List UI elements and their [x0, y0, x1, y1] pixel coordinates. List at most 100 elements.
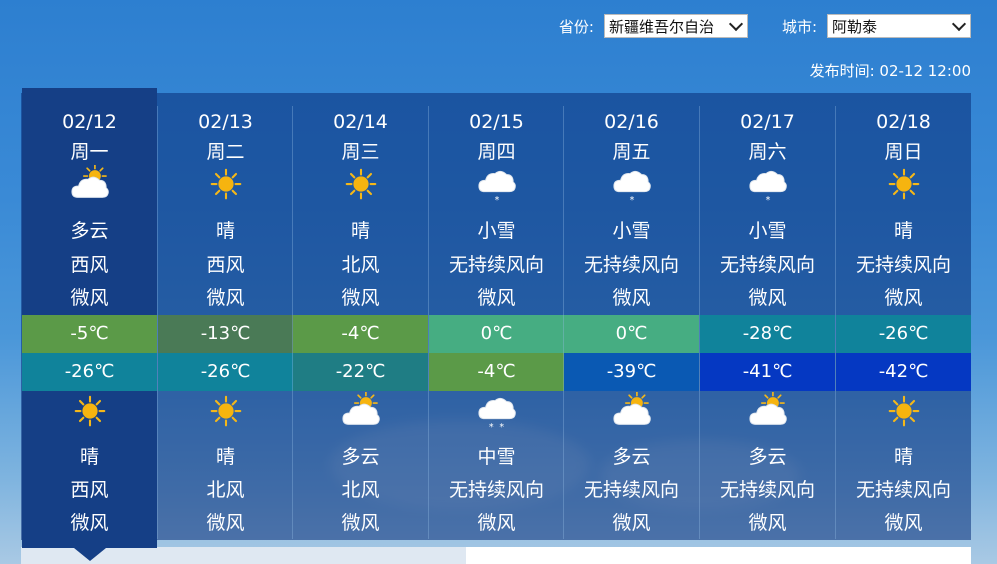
night-wind-direction: 无持续风向	[855, 479, 951, 501]
low-temperature: -41℃	[700, 353, 835, 391]
night-wind-level: 微风	[341, 512, 380, 534]
forecast-day-02-18[interactable]: 02/18 周日晴无持续风向 微风 -26℃ -42℃ 晴无持续风向 微风	[836, 93, 971, 540]
forecast-day-02-14[interactable]: 02/14 周三晴北风 微风 -4℃ -22℃ 多云 北风 微风	[293, 93, 428, 540]
sunny-icon	[888, 395, 919, 427]
night-wind-direction: 西风	[70, 479, 109, 501]
night-wind-direction: 北风	[206, 479, 245, 501]
night-wind-level: 微风	[612, 512, 651, 534]
night-weather: 晴	[79, 446, 99, 468]
column-divider	[157, 106, 158, 539]
partly-cloudy-icon	[612, 392, 651, 425]
high-temperature: 0℃	[429, 315, 564, 353]
night-wind-direction: 无持续风向	[448, 479, 544, 501]
day-wind-level: 微风	[206, 287, 245, 309]
weekday-label: 周三	[341, 141, 380, 163]
chevron-down-icon	[951, 16, 967, 32]
day-weather: 晴	[215, 220, 235, 242]
low-temperature: -22℃	[293, 353, 428, 391]
forecast-day-02-16[interactable]: 02/16 周五 * 小雪 无持续风向 微风 0℃ -39℃ 多云 无持续风向 微风	[564, 93, 699, 540]
night-weather: 晴	[893, 446, 913, 468]
date-label: 02/13	[198, 111, 253, 133]
day-weather: 小雪	[612, 220, 651, 242]
column-divider	[292, 106, 293, 539]
night-wind-level: 微风	[884, 512, 923, 534]
city-label: 城市:	[781, 17, 817, 36]
partly-cloudy-icon	[70, 165, 109, 198]
light-snow-icon: *	[748, 170, 787, 205]
sunny-icon	[74, 395, 105, 427]
day-wind-level: 微风	[70, 287, 109, 309]
night-weather: 多云	[748, 446, 787, 468]
publish-time: 发布时间: 02-12 12:00	[810, 60, 971, 81]
night-weather: 晴	[215, 446, 235, 468]
forecast-day-02-15[interactable]: 02/15 周四 * 小雪 无持续风向 微风 0℃ -4℃ * * 中雪 无持续风向 微风	[429, 93, 564, 540]
low-temperature: -39℃	[564, 353, 699, 391]
weekday-label: 周日	[884, 141, 923, 163]
svg-text:*: *	[488, 422, 493, 432]
low-temperature: -4℃	[429, 353, 564, 391]
province-label: 省份:	[558, 17, 594, 36]
partly-cloudy-icon	[341, 392, 380, 425]
day-wind-direction: 无持续风向	[719, 254, 815, 276]
night-wind-level: 微风	[748, 512, 787, 534]
night-wind-level: 微风	[70, 512, 109, 534]
sunny-icon	[210, 168, 241, 200]
date-label: 02/16	[604, 111, 659, 133]
day-weather: 多云	[70, 220, 109, 242]
day-wind-level: 微风	[748, 287, 787, 309]
high-temperature: 0℃	[564, 315, 699, 353]
publish-time-value: 02-12 12:00	[879, 62, 971, 80]
day-wind-direction: 无持续风向	[855, 254, 951, 276]
high-temperature: -13℃	[158, 315, 293, 353]
high-temperature: -28℃	[700, 315, 835, 353]
night-weather: 多云	[612, 446, 651, 468]
day-wind-level: 微风	[884, 287, 923, 309]
sunny-icon	[888, 168, 919, 200]
night-weather: 中雪	[477, 446, 516, 468]
province-select[interactable]: 新疆维吾尔自治	[603, 14, 748, 38]
day-weather: 小雪	[477, 220, 516, 242]
city-value: 阿勒泰	[832, 17, 878, 36]
day-weather: 小雪	[748, 220, 787, 242]
column-divider	[835, 106, 836, 539]
night-wind-direction: 北风	[341, 479, 380, 501]
svg-text:*: *	[765, 195, 770, 205]
night-weather: 多云	[341, 446, 380, 468]
night-wind-level: 微风	[206, 512, 245, 534]
bottom-strip	[21, 547, 971, 564]
column-divider	[563, 106, 564, 539]
svg-text:*: *	[629, 195, 634, 205]
date-label: 02/15	[469, 111, 524, 133]
weekday-label: 周四	[477, 141, 516, 163]
high-temperature: -26℃	[836, 315, 971, 353]
weekday-label: 周二	[206, 141, 245, 163]
weekday-label: 周六	[748, 141, 787, 163]
sunny-icon	[210, 395, 241, 427]
forecast-day-02-17[interactable]: 02/17 周六 * 小雪 无持续风向 微风 -28℃ -41℃ 多云 无持续风向 微风	[700, 93, 835, 540]
low-temperature: -26℃	[158, 353, 293, 391]
high-temperature: -4℃	[293, 315, 428, 353]
night-wind-direction: 无持续风向	[583, 479, 679, 501]
low-temperature: -26℃	[22, 353, 157, 391]
day-wind-direction: 无持续风向	[448, 254, 544, 276]
day-weather: 晴	[893, 220, 913, 242]
moderate-snow-icon: * *	[477, 397, 516, 432]
night-wind-direction: 无持续风向	[719, 479, 815, 501]
day-wind-direction: 北风	[341, 254, 380, 276]
day-wind-direction: 西风	[70, 254, 109, 276]
day-wind-direction: 无持续风向	[583, 254, 679, 276]
high-temperature: -5℃	[22, 315, 157, 353]
publish-label: 发布时间:	[809, 62, 875, 80]
day-weather: 晴	[350, 220, 370, 242]
day-wind-level: 微风	[341, 287, 380, 309]
forecast-day-02-13[interactable]: 02/13 周二晴西风 微风 -13℃ -26℃ 晴北风 微风	[158, 93, 293, 540]
forecast-day-02-12[interactable]: 02/12 周一 多云 西风 微风 -5℃ -26℃ 晴西风 微风	[22, 88, 157, 561]
weekday-label: 周五	[612, 141, 651, 163]
day-wind-level: 微风	[477, 287, 516, 309]
city-select[interactable]: 阿勒泰	[827, 14, 971, 38]
date-label: 02/12	[62, 111, 117, 133]
svg-text:*: *	[494, 195, 499, 205]
day-wind-level: 微风	[612, 287, 651, 309]
chevron-down-icon	[728, 16, 744, 32]
weekday-label: 周一	[70, 141, 109, 163]
